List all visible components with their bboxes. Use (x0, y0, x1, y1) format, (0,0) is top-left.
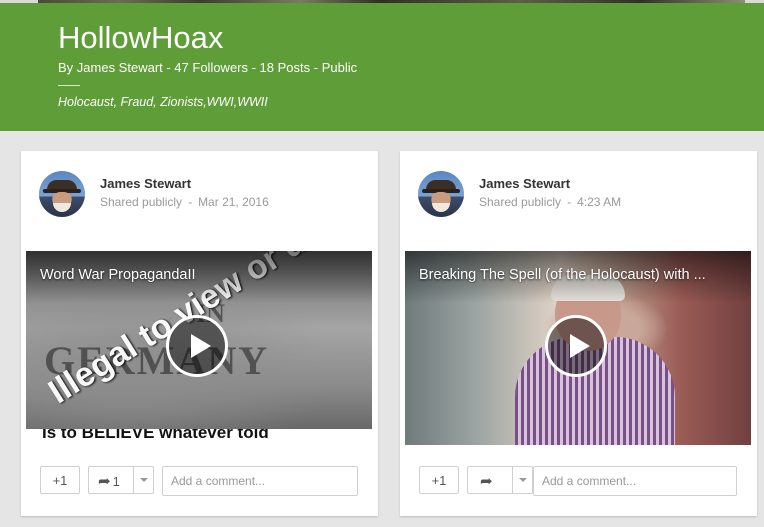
video-title[interactable]: Breaking The Spell (of the Holocaust) wi… (419, 267, 744, 283)
post-visibility: Shared publicly - Mar 21, 2016 (100, 195, 269, 209)
post-visibility: Shared publicly -4:23 AM (479, 195, 621, 209)
meta-separator: - (188, 195, 193, 209)
video-thumbnail[interactable]: IN GERMANY Illegal to view or doubt Is t… (26, 251, 372, 445)
meta-separator: - (567, 195, 572, 209)
collection-title[interactable]: HollowHoax (58, 20, 223, 56)
avatar[interactable] (418, 171, 464, 217)
divider (58, 85, 80, 86)
video-thumbnail[interactable]: Breaking The Spell (of the Holocaust) wi… (405, 251, 751, 445)
comment-input[interactable] (162, 466, 358, 496)
collection-tags: Holocaust, Fraud, Zionists,WWI,WWII (58, 95, 268, 109)
post-time[interactable]: Mar 21, 2016 (198, 195, 269, 209)
play-icon[interactable] (545, 315, 607, 377)
post-time[interactable]: 4:23 AM (577, 195, 621, 209)
play-icon[interactable] (166, 315, 228, 377)
video-title[interactable]: Word War PropagandaII (40, 267, 365, 283)
share-arrow-icon: ➦ (480, 473, 493, 490)
avatar[interactable] (39, 171, 85, 217)
visibility-label: Shared publicly (479, 195, 562, 209)
button-divider (512, 467, 513, 493)
author-name[interactable]: James Stewart (479, 176, 570, 191)
share-button[interactable]: ➦ (467, 466, 533, 494)
plus-one-button[interactable]: +1 (419, 466, 459, 494)
share-count: 1 (112, 473, 120, 489)
post-card: James Stewart Shared publicly -4:23 AM Br… (400, 151, 757, 516)
plus-one-button[interactable]: +1 (40, 466, 80, 494)
button-divider (133, 467, 134, 493)
caret-down-icon[interactable] (140, 478, 148, 482)
comment-input[interactable] (533, 466, 737, 496)
collection-meta: By James Stewart - 47 Followers - 18 Pos… (58, 60, 358, 75)
author-name[interactable]: James Stewart (100, 176, 191, 191)
thumbnail-bottom-banner: Is to BELIEVE whatever told (26, 429, 372, 445)
thumbnail-bottom-text: Is to BELIEVE whatever told (42, 429, 269, 442)
visibility-label: Shared publicly (100, 195, 183, 209)
share-button[interactable]: ➦ 1 (88, 466, 154, 494)
share-arrow-icon: ➦ (98, 473, 111, 490)
collection-banner: HollowHoax By James Stewart - 47 Followe… (0, 3, 764, 131)
caret-down-icon[interactable] (519, 478, 527, 482)
post-card: James Stewart Shared publicly - Mar 21, 20… (21, 151, 378, 516)
